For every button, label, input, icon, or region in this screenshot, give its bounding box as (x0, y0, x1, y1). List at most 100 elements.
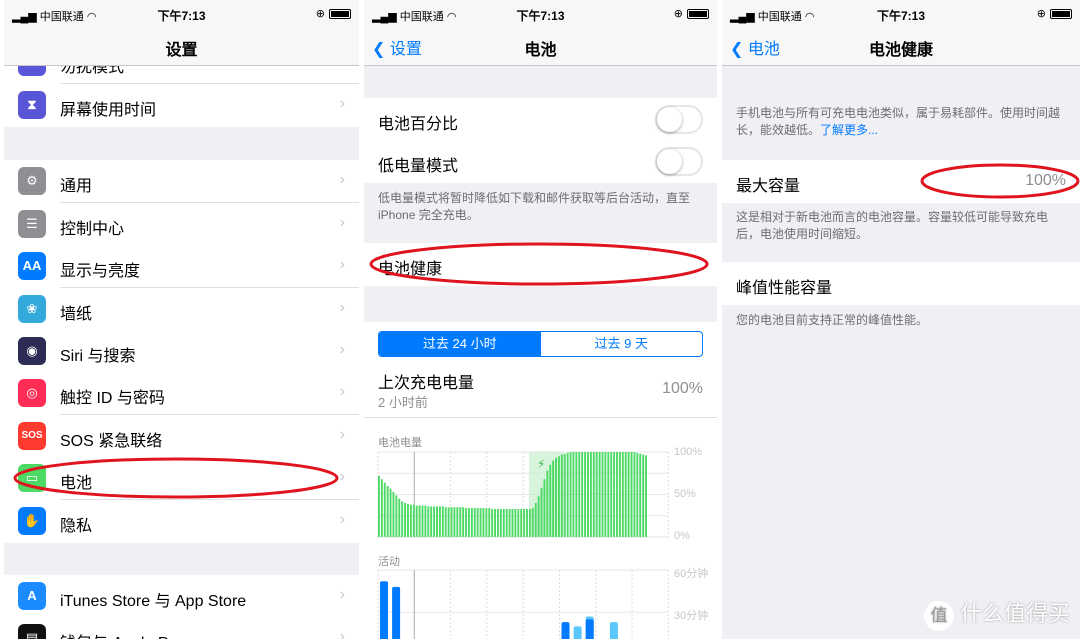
battery-bar (520, 508, 523, 537)
battery-bar (511, 508, 514, 537)
settings-item[interactable]: ◎ 触控 ID 与密码 › (4, 372, 359, 415)
battery-bar (540, 487, 543, 537)
max-capacity-footer: 这是相对于新电池而言的电池容量。容量较低可能导致充电后，电池使用时间缩短。 (736, 210, 1049, 241)
settings-item-label: 电池 (60, 475, 93, 492)
activity-bar-screen-on (392, 586, 401, 639)
battery-bar (412, 504, 415, 537)
chevron-right-icon: › (339, 628, 345, 639)
battery-bar (462, 507, 465, 537)
chevron-right-icon: › (339, 171, 345, 188)
settings-item-label: 隐私 (60, 518, 93, 535)
learn-more-link[interactable]: 了解更多... (820, 123, 878, 137)
max-capacity-row: 最大容量 100% (722, 160, 1080, 203)
battery-bar (587, 452, 589, 537)
battery-bar (407, 503, 409, 537)
clock: 下午7:13 (157, 9, 206, 23)
battery-bar (488, 508, 491, 537)
battery-bar (456, 507, 459, 537)
chevron-right-icon: › (339, 95, 345, 112)
battery-bar (543, 479, 546, 537)
battery-bar (578, 452, 581, 537)
switches-icon: ☰ (18, 210, 46, 238)
chevron-right-icon: › (339, 256, 345, 273)
battery-bar (592, 452, 595, 537)
battery-bar (499, 508, 502, 537)
row-label: 最大容量 (736, 178, 801, 195)
activity-bar-screen-on (561, 622, 570, 639)
battery-bar (491, 508, 494, 537)
battery-bar (598, 452, 601, 537)
status-bar: ▂▄▆ 中国联通 ◠ 下午7:13 ⊕ (722, 0, 1080, 28)
battery-bar (409, 504, 412, 537)
settings-item[interactable]: AiTunes Store 与 App Store › (4, 575, 359, 618)
settings-item[interactable]: ▤ 钱包与 Apple Pay › (4, 617, 359, 639)
battery-bar (508, 508, 511, 537)
battery-bar (470, 508, 473, 537)
settings-item[interactable]: AA 显示与亮度 › (4, 245, 359, 288)
settings-item[interactable]: ◉ Siri 与搜索 › (4, 330, 359, 373)
battery-screen: ▂▄▆ 中国联通 ◠ 下午7:13 ⊕ ❮ 设置 电池 电池百分比 低电量模式 … (364, 0, 717, 639)
activity-bar-screen-on (380, 581, 388, 639)
battery-bar (505, 508, 508, 537)
page-title: 电池健康 (868, 42, 933, 59)
settings-item[interactable]: SOS SOS 紧急联络 › (4, 415, 359, 458)
battery-bar (566, 452, 569, 537)
settings-item[interactable]: ☰ 控制中心 › (4, 203, 359, 246)
battery-bar (558, 456, 560, 537)
activity-bar-screen-off (609, 622, 618, 639)
status-bar: ▂▄▆ 中国联通 ◠ 下午7:13 ⊕ (4, 0, 359, 28)
battery-health-screen: ▂▄▆ 中国联通 ◠ 下午7:13 ⊕ ❮ 电池 电池健康 手机电池与所有可充电… (722, 0, 1080, 639)
hand-icon: ✋ (18, 507, 46, 535)
battery-bar (601, 452, 604, 537)
peak-performance-footer: 您的电池目前支持正常的峰值性能。 (736, 313, 929, 327)
chevron-right-icon: › (339, 468, 345, 485)
battery-bar (563, 453, 566, 537)
max-capacity-value: 100% (1025, 172, 1066, 189)
settings-item[interactable]: ❀ 墙纸 › (4, 288, 359, 331)
battery-bar (476, 508, 479, 537)
battery-bar (517, 508, 520, 537)
battery-bar (534, 503, 537, 537)
chevron-right-icon: › (339, 511, 345, 528)
battery-bar (430, 506, 433, 537)
battery-bar (575, 452, 578, 537)
chevron-right-icon: › (339, 383, 345, 400)
battery-charts: ⚡ (377, 451, 669, 639)
rotation-lock-icon: ⊕ (1036, 8, 1046, 20)
activity-bar-screen-off (573, 626, 582, 639)
chevron-right-icon: › (339, 426, 345, 443)
siri-icon: ◉ (18, 337, 46, 365)
battery-bar (444, 507, 447, 537)
battery-bar (618, 452, 621, 537)
battery-bar (433, 506, 436, 537)
settings-item-label: 钱包与 Apple Pay (60, 629, 185, 639)
battery-status-icon (1050, 9, 1072, 20)
battery-bar (424, 505, 427, 537)
battery-bar (378, 475, 380, 537)
settings-item[interactable]: ✋ 隐私 › (4, 500, 359, 543)
battery-bar (401, 501, 404, 537)
battery-icon: ▭ (18, 464, 46, 492)
battery-bar (441, 506, 444, 537)
battery-bar (531, 508, 534, 537)
battery-bar (595, 452, 598, 537)
settings-item[interactable]: ⚙ 通用 › (4, 160, 359, 203)
clock: 下午7:13 (876, 9, 926, 23)
battery-bar (453, 507, 456, 537)
battery-bar (473, 508, 476, 537)
wallet-icon: ▤ (18, 624, 46, 639)
settings-item[interactable]: ⧗ 屏幕使用时间 › (4, 84, 359, 127)
battery-bar (589, 452, 592, 537)
battery-bar (555, 457, 557, 537)
watermark: 值什么值得买 (923, 596, 1070, 631)
chevron-right-icon: › (339, 586, 345, 603)
battery-bar (581, 452, 584, 537)
settings-item[interactable]: ▭ 电池 › (4, 457, 359, 500)
battery-bar (526, 508, 528, 537)
battery-bar (398, 498, 401, 537)
battery-bar (427, 506, 430, 537)
display-icon: AA (18, 252, 46, 280)
battery-bar (584, 452, 587, 537)
battery-bar (630, 452, 633, 537)
battery-bar (404, 503, 407, 537)
